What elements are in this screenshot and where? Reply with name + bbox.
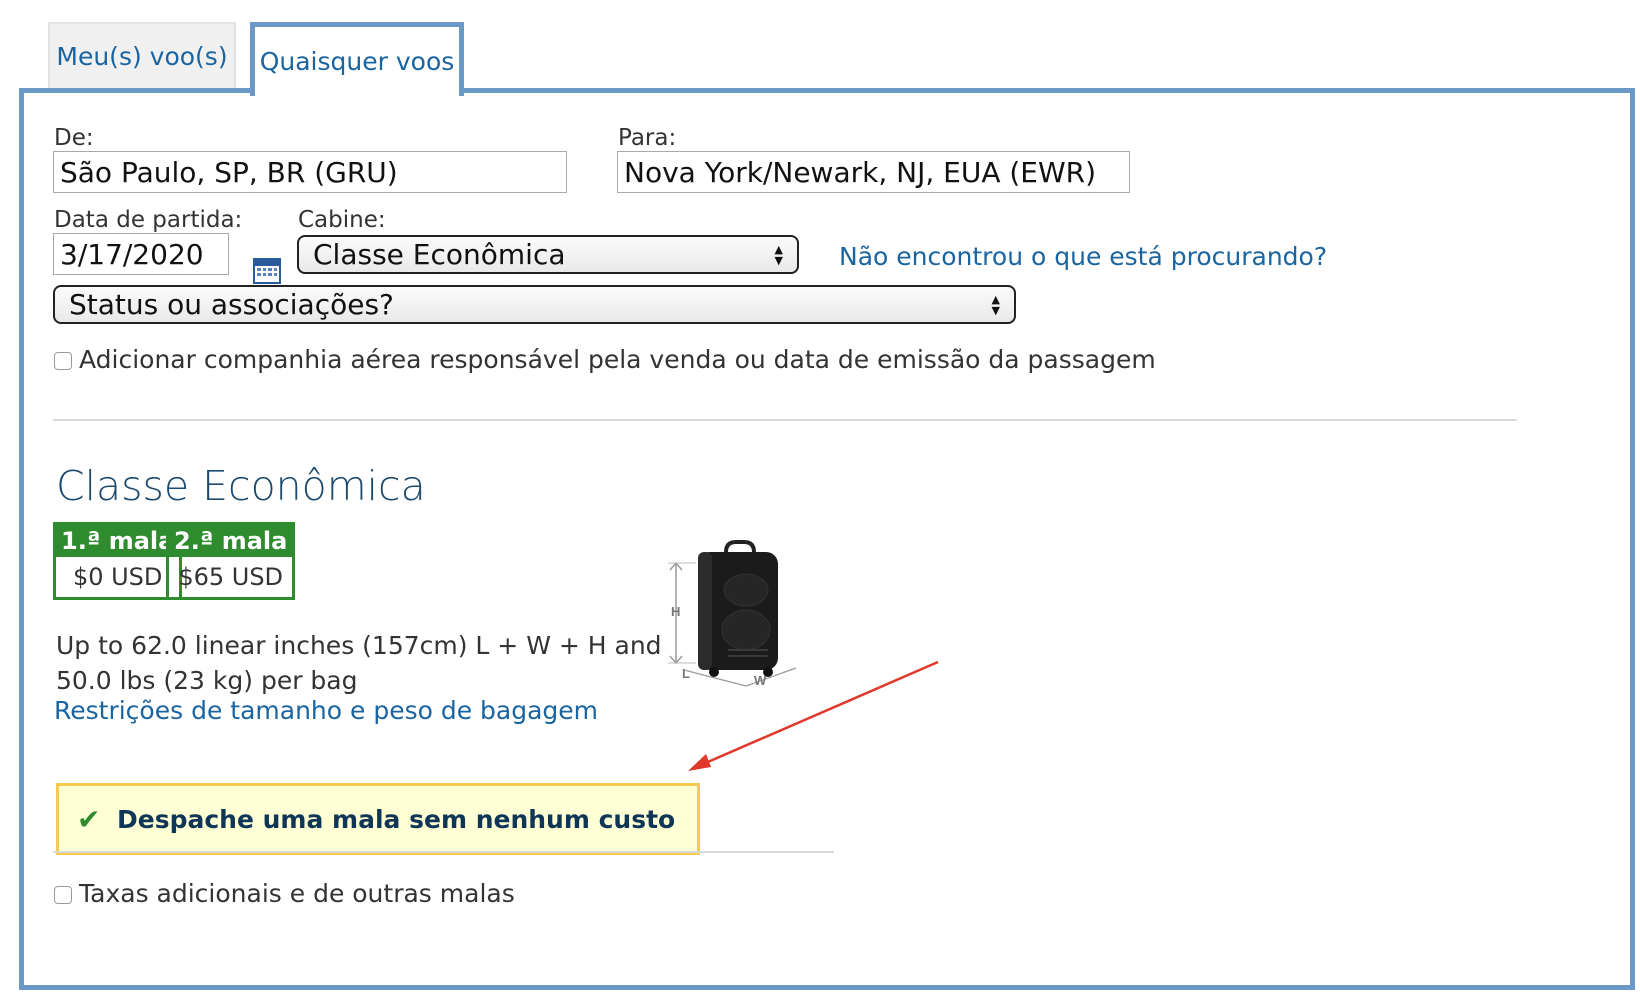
from-input[interactable]: São Paulo, SP, BR (GRU) <box>53 151 567 193</box>
bag-size-description: Up to 62.0 linear inches (157cm) L + W +… <box>56 631 662 695</box>
first-bag-fee: 1.ª mala $0 USD <box>53 522 183 600</box>
to-input[interactable]: Nova York/Newark, NJ, EUA (EWR) <box>617 151 1130 193</box>
cabin-label: Cabine: <box>298 207 386 233</box>
add-airline-label: Adicionar companhia aérea responsável pe… <box>79 345 1156 374</box>
divider <box>53 851 834 853</box>
up-down-arrows-icon: ▲ ▼ <box>991 292 1000 317</box>
second-bag-price: $65 USD <box>178 563 284 591</box>
free-bag-notice-text: Despache uma mala sem nenhum custo <box>117 804 676 834</box>
checkmark-icon: ✔ <box>77 802 101 836</box>
cabin-select-value: Classe Econômica <box>313 238 566 271</box>
departure-date-label: Data de partida: <box>54 207 243 233</box>
departure-date-input[interactable]: 3/17/2020 <box>53 233 229 275</box>
second-bag-fee: 2.ª mala $65 USD <box>166 522 296 600</box>
status-select-value: Status ou associações? <box>69 288 394 321</box>
extra-fees-label: Taxas adicionais e de outras malas <box>79 879 515 908</box>
to-label: Para: <box>618 125 677 151</box>
status-select[interactable]: Status ou associações? ▲ ▼ <box>53 285 1016 324</box>
section-title: Classe Econômica <box>56 462 426 510</box>
add-airline-checkbox[interactable] <box>54 352 72 370</box>
from-label: De: <box>54 125 94 151</box>
bag-h-label: H <box>671 604 680 619</box>
cabin-select[interactable]: Classe Econômica ▲ ▼ <box>297 235 799 274</box>
annotation-arrow <box>688 660 939 771</box>
help-link[interactable]: Não encontrou o que está procurando? <box>839 242 1327 271</box>
first-bag-price: $0 USD <box>72 563 163 591</box>
up-down-arrows-icon: ▲ ▼ <box>774 242 783 267</box>
second-bag-label: 2.ª mala <box>169 525 293 557</box>
free-bag-notice: ✔ Despache uma mala sem nenhum custo <box>56 783 700 855</box>
calendar-icon[interactable] <box>253 258 281 284</box>
extra-fees-checkbox[interactable] <box>54 886 72 904</box>
divider <box>53 419 1517 421</box>
restrictions-link[interactable]: Restrições de tamanho e peso de bagagem <box>54 696 598 725</box>
first-bag-label: 1.ª mala <box>56 525 180 557</box>
